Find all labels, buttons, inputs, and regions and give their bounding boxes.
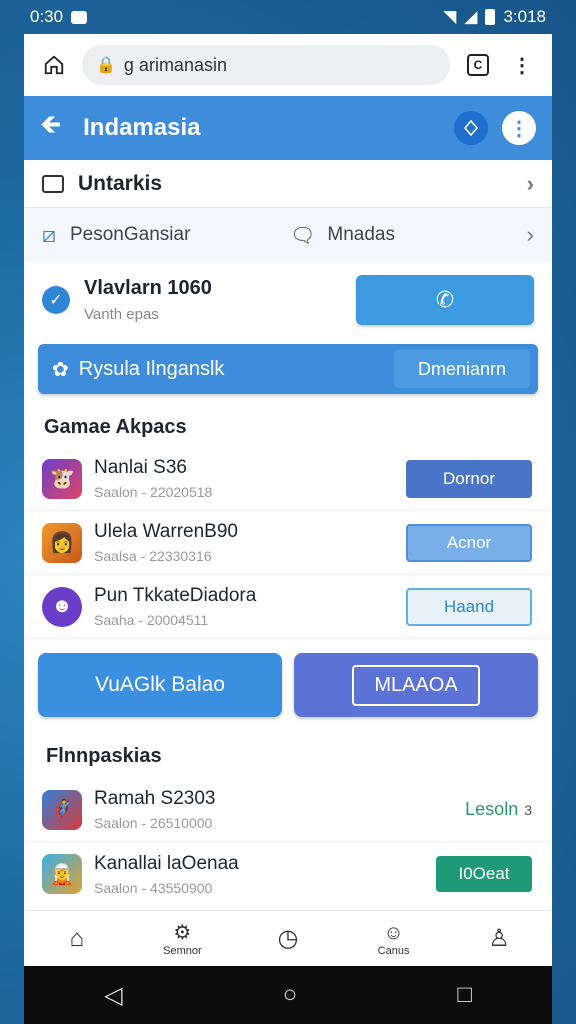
game-app-icon: 🐮 bbox=[42, 458, 82, 499]
menu-item-mnadas[interactable]: Mnadas bbox=[327, 224, 395, 246]
home-icon: ⌂ bbox=[69, 924, 85, 952]
back-icon[interactable]: ◁ bbox=[104, 981, 122, 1010]
globe-icon: ✿ bbox=[52, 358, 69, 381]
url-text: g arimanasin bbox=[123, 54, 227, 75]
nav-semnor[interactable]: ⚙ Semnor bbox=[130, 911, 236, 966]
item-action-button[interactable]: Haand bbox=[406, 587, 532, 626]
game-app-icon: ☻ bbox=[42, 586, 82, 627]
menu-item-pesongansiar[interactable]: PesonGansiar bbox=[70, 224, 290, 246]
item-action-link[interactable]: Lesoln bbox=[465, 799, 518, 820]
notification-icon bbox=[71, 10, 88, 24]
list-item[interactable]: 🐮 Nanlai S36 Saalon - 22020518 Dornor bbox=[24, 447, 552, 511]
compass-icon: ◷ bbox=[277, 924, 299, 952]
message-icon: 🗨 bbox=[290, 224, 316, 247]
nav-home[interactable]: ⌂ bbox=[24, 911, 130, 966]
url-bar[interactable]: 🔒 g arimanasin bbox=[82, 45, 450, 85]
chevron-right-icon: › bbox=[526, 222, 534, 247]
item-title: Ramah S2303 bbox=[94, 788, 216, 809]
more-menu-icon[interactable]: ⋮ bbox=[506, 49, 538, 81]
banner-button[interactable]: Dmenianrn bbox=[394, 350, 530, 388]
app-header: 🡸 Indamasia ⋮ bbox=[24, 96, 552, 160]
user-group-icon: ☺ bbox=[383, 921, 404, 944]
games-header: Gamae Akpacs bbox=[44, 416, 187, 438]
menu-item-untarkis[interactable]: Untarkis › bbox=[24, 160, 552, 208]
signal-icon: ◢ bbox=[464, 7, 478, 26]
browser-window: 🔒 g arimanasin C ⋮ 🡸 Indamasia ⋮ Untarki… bbox=[24, 34, 552, 966]
tabs-icon[interactable]: C bbox=[462, 49, 494, 81]
nav-label: Semnor bbox=[163, 944, 202, 957]
wifi-icon: ◥ bbox=[443, 7, 457, 26]
overflow-menu-icon[interactable]: ⋮ bbox=[502, 111, 536, 145]
big-buttons-row: VuAGlk Balao MLAAOA bbox=[24, 639, 552, 717]
home-circle-icon[interactable]: ○ bbox=[283, 981, 298, 1009]
menu-row-options: ⧄ PesonGansiar 🗨 Mnadas › bbox=[24, 208, 552, 262]
promo-banner[interactable]: ✿ Rysula Ilnganslk Dmenianrn bbox=[38, 344, 538, 394]
bottom-navigation: ⌂ ⚙ Semnor ◷ ☺ Canus ♙ bbox=[24, 910, 552, 966]
contact-card: ✓ Vlavlarn 1060 Vanth epas ✆ bbox=[24, 262, 552, 338]
status-clock: 3:018 bbox=[503, 7, 546, 26]
item-subtitle: Saaha - 20004511 bbox=[94, 612, 209, 628]
item-action-button[interactable]: Dornor bbox=[406, 459, 532, 498]
item-subtitle: Saalon - 26510000 bbox=[94, 815, 213, 831]
profile-icon: ♙ bbox=[488, 924, 510, 952]
item-count: 3 bbox=[524, 801, 532, 818]
edit-icon[interactable]: ⧄ bbox=[42, 222, 56, 248]
back-arrow-icon[interactable]: 🡸 bbox=[40, 106, 61, 150]
list-item[interactable]: ☻ Pun TkkateDiadora Saaha - 20004511 Haa… bbox=[24, 575, 552, 639]
battery-icon bbox=[485, 9, 496, 25]
item-subtitle: Saalon - 22020518 bbox=[94, 484, 213, 500]
status-bar: 0:30 ◥ ◢ 3:018 bbox=[0, 0, 576, 34]
list-item[interactable]: 🧝 Kanallai laOenaa Saalon - 43550900 I0O… bbox=[24, 842, 552, 906]
game-app-icon: 👩 bbox=[42, 522, 82, 563]
call-button[interactable]: ✆ bbox=[356, 275, 534, 325]
status-time: 0:30 bbox=[30, 7, 64, 26]
right-big-button[interactable]: MLAAOA bbox=[294, 653, 538, 717]
item-title: Kanallai laOenaa bbox=[94, 852, 239, 874]
item-title: Pun TkkateDiadora bbox=[94, 585, 257, 606]
section-2-header: Flnnpaskias bbox=[46, 745, 162, 767]
item-subtitle: Saalon - 43550900 bbox=[94, 879, 213, 896]
section-2: Flnnpaskias 🦸 Ramah S2303 Saalon - 26510… bbox=[24, 725, 552, 906]
item-title: Ulela WarrenB90 bbox=[94, 521, 238, 542]
menu-item-label: Untarkis bbox=[78, 171, 163, 195]
item-subtitle: Saalsa - 22330316 bbox=[94, 548, 212, 564]
games-section: Gamae Akpacs 🐮 Nanlai S36 Saalon - 22020… bbox=[24, 402, 552, 639]
game-app-icon: 🦸 bbox=[42, 789, 82, 830]
card-title: Vlavlarn 1060 bbox=[84, 277, 212, 299]
check-circle-icon: ✓ bbox=[42, 286, 70, 314]
item-action-button[interactable]: Acnor bbox=[406, 523, 532, 562]
item-title: Nanlai S36 bbox=[94, 457, 187, 478]
card-subtitle: Vanth epas bbox=[84, 306, 159, 323]
list-item[interactable]: 🦸 Ramah S2303 Saalon - 26510000 Lesoln 3 bbox=[24, 778, 552, 842]
browser-toolbar: 🔒 g arimanasin C ⋮ bbox=[24, 34, 552, 96]
nav-compass[interactable]: ◷ bbox=[235, 911, 341, 966]
left-big-button[interactable]: VuAGlk Balao bbox=[38, 653, 282, 717]
folder-icon bbox=[42, 174, 64, 193]
chevron-right-icon: › bbox=[526, 170, 534, 196]
list-item[interactable]: 👩 Ulela WarrenB90 Saalsa - 22330316 Acno… bbox=[24, 511, 552, 575]
phone-icon: ✆ bbox=[435, 287, 455, 312]
home-icon[interactable] bbox=[38, 49, 70, 81]
system-navigation-bar: ◁ ○ □ bbox=[24, 966, 552, 1024]
recents-icon[interactable]: □ bbox=[457, 981, 472, 1009]
nav-profile[interactable]: ♙ bbox=[446, 911, 552, 966]
banner-label: Rysula Ilnganslk bbox=[78, 357, 225, 380]
nav-label: Canus bbox=[377, 944, 410, 957]
item-action-button[interactable]: I0Oeat bbox=[436, 856, 532, 892]
game-app-icon: 🧝 bbox=[42, 854, 82, 894]
settings-icon: ⚙ bbox=[173, 921, 192, 944]
location-icon[interactable] bbox=[454, 111, 488, 145]
nav-canus[interactable]: ☺ Canus bbox=[341, 911, 447, 966]
app-title: Indamasia bbox=[83, 114, 201, 141]
right-big-button-label: MLAAOA bbox=[352, 664, 480, 706]
lock-icon: 🔒 bbox=[96, 57, 116, 74]
